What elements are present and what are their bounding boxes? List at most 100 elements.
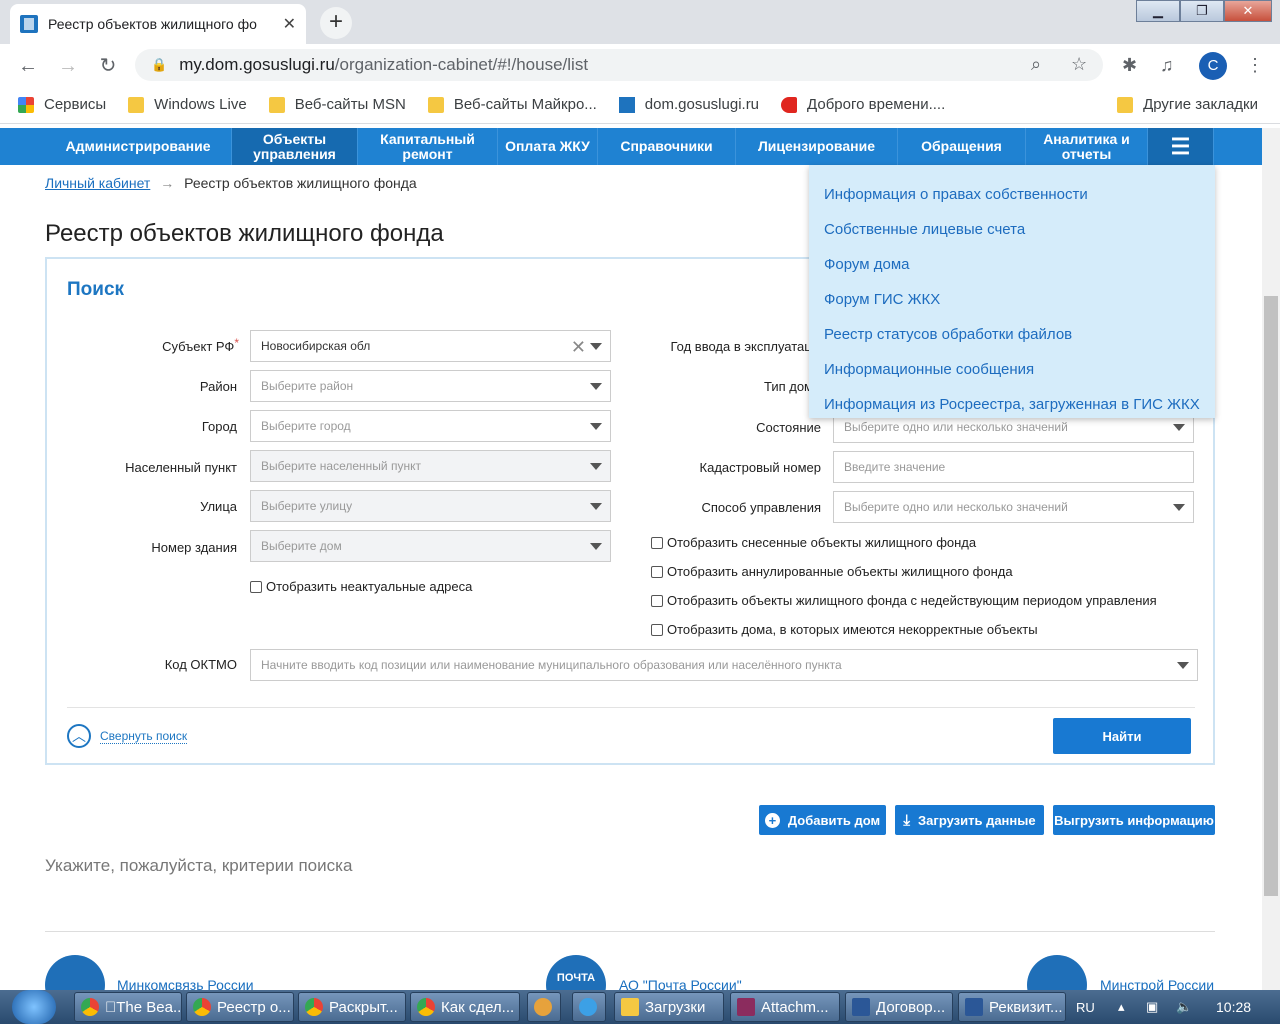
page-scrollbar[interactable] [1262,128,1280,990]
checkbox-inactive-period[interactable]: Отобразить объекты жилищного фонда с нед… [651,593,1157,608]
menu-item-house-forum[interactable]: Форум дома [809,247,1215,282]
chrome-icon [81,998,99,1016]
menu-item-personal-accounts[interactable]: Собственные лицевые счета [809,212,1215,247]
word-icon [965,998,983,1016]
new-tab-button[interactable]: + [320,7,352,39]
bookmark-services[interactable]: Сервисы [18,96,106,113]
checkbox-outdated-addresses[interactable]: Отобразить неактуальные адреса [250,579,472,594]
nav-management-objects[interactable]: Объекты управления [232,128,358,165]
hamburger-icon[interactable]: ☰ [1148,128,1214,165]
export-info-button[interactable]: Выгрузить информацию [1053,805,1215,835]
language-indicator[interactable]: RU [1076,990,1095,1024]
checkbox[interactable] [250,580,262,593]
nav-analytics[interactable]: Аналитика и отчеты [1026,128,1148,165]
nav-payment[interactable]: Оплата ЖКУ [498,128,598,165]
checkbox[interactable] [651,623,663,636]
taskbar-item-downloads[interactable]: Загрузки [614,992,724,1022]
tray-arrow-icon[interactable]: ▴ [1118,990,1125,1024]
bookmark-star-icon[interactable]: ☆ [1071,54,1087,75]
chevron-down-icon [1173,424,1185,431]
find-button[interactable]: Найти [1053,718,1191,754]
label-state: Состояние [756,420,821,435]
download-icon: ⤓ [903,811,911,829]
chrome-icon [193,998,211,1016]
extensions-icon[interactable]: ✱ [1122,55,1137,76]
address-bar[interactable]: 🔒 my.dom.gosuslugi.ru /organization-cabi… [135,49,1103,81]
chrome-icon [417,998,435,1016]
chevron-down-icon [590,543,602,550]
other-bookmarks[interactable]: Другие закладки [1117,96,1258,113]
taskbar-pinned-app[interactable] [527,992,561,1022]
clock[interactable]: 10:28 [1216,990,1251,1024]
megaphone-icon [781,96,798,113]
taskbar-item-chrome-3[interactable]: Раскрыт... [298,992,406,1022]
media-controls-icon[interactable]: ♫ [1160,55,1174,76]
zoom-icon[interactable]: ⌕ [1031,54,1041,75]
volume-icon[interactable]: 🔈 [1176,990,1192,1024]
upload-data-button[interactable]: ⤓ Загрузить данные [895,805,1044,835]
management-method-select[interactable]: Выберите одно или несколько значений [833,491,1194,523]
bookmark-msn[interactable]: Веб-сайты MSN [268,96,406,113]
menu-item-rosreestr-info[interactable]: Информация из Росреестра, загруженная в … [809,387,1215,422]
checkbox-annulled[interactable]: Отобразить аннулированные объекты жилищн… [651,564,1013,579]
nav-administration[interactable]: Администрирование [45,128,232,165]
subject-select[interactable]: Новосибирская обл ✕ [250,330,611,362]
menu-item-info-messages[interactable]: Информационные сообщения [809,352,1215,387]
browser-tab-active[interactable]: Реестр объектов жилищного фо ✕ [10,4,306,44]
taskbar-item-chrome-2[interactable]: Реестр о... [186,992,294,1022]
city-select[interactable]: Выберите город [250,410,611,442]
nav-references[interactable]: Справочники [598,128,736,165]
scrollbar-thumb[interactable] [1264,296,1278,896]
checkbox-demolished[interactable]: Отобразить снесенные объекты жилищного ф… [651,535,976,550]
menu-item-file-status-registry[interactable]: Реестр статусов обработки файлов [809,317,1215,352]
network-icon[interactable]: ▣ [1146,990,1158,1024]
add-house-button[interactable]: + Добавить дом [759,805,886,835]
chevron-down-icon [590,423,602,430]
bookmark-microsoft[interactable]: Веб-сайты Майкро... [427,96,597,113]
checkbox[interactable] [651,536,663,549]
taskbar-item-chrome-4[interactable]: Как сдел... [410,992,520,1022]
nav-appeals[interactable]: Обращения [898,128,1026,165]
tab-close-icon[interactable]: ✕ [283,14,296,34]
collapse-search[interactable]: ︿ Свернуть поиск [67,724,188,748]
checkbox[interactable] [651,594,663,607]
taskbar-item-word-2[interactable]: Реквизит... [958,992,1066,1022]
taskbar-item-chrome-1[interactable]:  The Bea... [74,992,182,1022]
browser-menu-icon[interactable]: ⋮ [1246,55,1264,76]
browser-tab-strip: Реестр объектов жилищного фо ✕ + ▁ ❐ ✕ [0,0,1280,44]
close-window-button[interactable]: ✕ [1224,0,1272,22]
chevron-down-icon [590,343,602,350]
start-button[interactable] [12,990,56,1024]
breadcrumb-home-link[interactable]: Личный кабинет [45,175,150,191]
bookmark-windows-live[interactable]: Windows Live [128,96,247,113]
bookmark-dobrogo[interactable]: Доброго времени.... [781,96,945,113]
minimize-button[interactable]: ▁ [1136,0,1180,22]
nav-licensing[interactable]: Лицензирование [736,128,898,165]
menu-item-ownership-info[interactable]: Информация о правах собственности [809,177,1215,212]
oktmo-select[interactable]: Начните вводить код позиции или наименов… [250,649,1198,681]
bookmark-dom-gosuslugi[interactable]: dom.gosuslugi.ru [618,96,759,113]
forward-button[interactable]: → [54,52,82,80]
checkbox[interactable] [651,565,663,578]
checkbox-incorrect-objects[interactable]: Отобразить дома, в которых имеются некор… [651,622,1038,637]
back-button[interactable]: ← [14,52,42,80]
reload-button[interactable]: ↻ [94,52,122,80]
street-select[interactable]: Выберите улицу [250,490,611,522]
menu-item-gis-forum[interactable]: Форум ГИС ЖКХ [809,282,1215,317]
taskbar-ie[interactable] [572,992,606,1022]
divider [67,707,1195,708]
chevron-down-icon [1173,504,1185,511]
district-select[interactable]: Выберите район [250,370,611,402]
maximize-button[interactable]: ❐ [1180,0,1224,22]
cadastral-input[interactable]: Введите значение [833,451,1194,483]
clear-icon[interactable]: ✕ [571,337,586,358]
taskbar-item-winrar[interactable]: Attachm... [730,992,840,1022]
taskbar-item-word-1[interactable]: Договор... [845,992,953,1022]
chevron-down-icon [590,383,602,390]
nav-capital-repair[interactable]: Капитальный ремонт [358,128,498,165]
profile-avatar[interactable]: С [1199,52,1227,80]
building-select[interactable]: Выберите дом [250,530,611,562]
chevron-up-icon[interactable]: ︿ [67,724,91,748]
settlement-select[interactable]: Выберите населенный пункт [250,450,611,482]
search-hint: Укажите, пожалуйста, критерии поиска [45,856,353,875]
